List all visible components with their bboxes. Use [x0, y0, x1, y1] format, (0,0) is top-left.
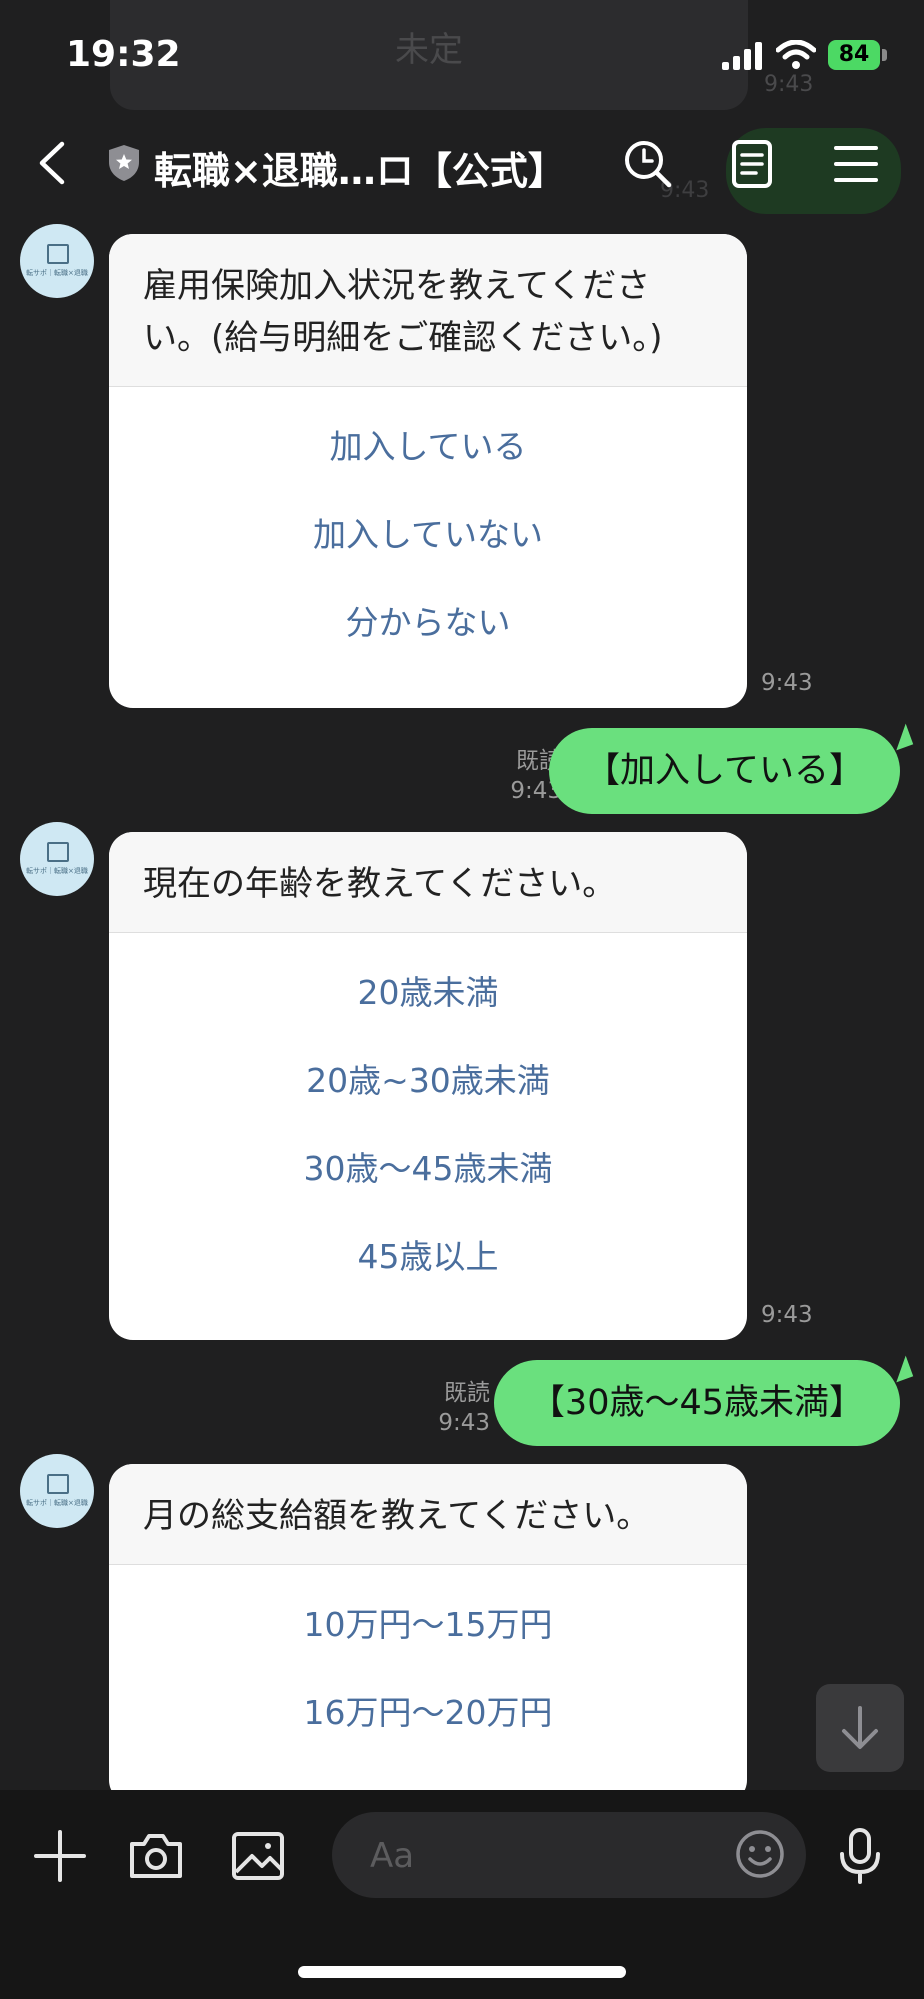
option-button[interactable]: 10万円〜15万円: [109, 1581, 747, 1669]
microphone-icon[interactable]: [830, 1826, 890, 1886]
back-icon[interactable]: [34, 140, 74, 186]
home-indicator: [298, 1966, 626, 1978]
message-time: 9:43: [761, 1302, 813, 1328]
question-card-age: 現在の年齢を教えてください。 20歳未満 20歳~30歳未満 30歳〜45歳未満…: [109, 832, 747, 1340]
scroll-to-bottom-button[interactable]: [816, 1684, 904, 1772]
message-input-placeholder: Aa: [370, 1836, 415, 1876]
bot-avatar[interactable]: 転サポ｜転職×退職: [20, 224, 94, 298]
option-button[interactable]: 分からない: [109, 579, 747, 667]
read-status: 既読 9:43: [438, 1380, 490, 1436]
plus-icon[interactable]: [30, 1826, 90, 1886]
image-icon[interactable]: [228, 1826, 288, 1886]
question-text: 現在の年齢を教えてください。: [109, 832, 747, 933]
camera-icon[interactable]: [126, 1826, 186, 1886]
bot-avatar[interactable]: 転サポ｜転職×退職: [20, 1454, 94, 1528]
previous-message-text: 未定: [395, 30, 463, 70]
option-button[interactable]: 加入している: [109, 403, 747, 491]
menu-icon[interactable]: [830, 138, 882, 190]
question-text: 雇用保険加入状況を教えてください。(給与明細をご確認ください。): [109, 234, 747, 387]
option-button[interactable]: 16万円〜20万円: [109, 1669, 747, 1757]
user-reply-bubble: 【加入している】: [549, 728, 900, 814]
option-button[interactable]: 30歳〜45歳未満: [109, 1125, 747, 1213]
signal-icon: [722, 42, 762, 70]
previous-message-time: 9:43: [764, 72, 814, 97]
bot-avatar[interactable]: 転サポ｜転職×退職: [20, 822, 94, 896]
option-button[interactable]: 45歳以上: [109, 1213, 747, 1301]
question-text: 月の総支給額を教えてください。: [109, 1464, 747, 1565]
verified-shield-icon: [109, 145, 139, 181]
emoji-icon[interactable]: [734, 1828, 786, 1880]
battery-level: 84: [828, 40, 880, 70]
option-button[interactable]: 加入していない: [109, 491, 747, 579]
option-button[interactable]: 20歳~30歳未満: [109, 1037, 747, 1125]
user-reply-bubble: 【30歳〜45歳未満】: [493, 1360, 900, 1446]
question-card-salary: 月の総支給額を教えてください。 10万円〜15万円 16万円〜20万円: [109, 1464, 747, 1804]
option-button[interactable]: 20歳未満: [109, 949, 747, 1037]
question-card-insurance: 雇用保険加入状況を教えてください。(給与明細をご確認ください。) 加入している …: [109, 234, 747, 708]
search-icon[interactable]: [622, 138, 674, 190]
status-time: 19:32: [66, 34, 181, 75]
message-time: 9:43: [761, 670, 813, 696]
notes-icon[interactable]: [726, 138, 778, 190]
wifi-icon: [776, 40, 816, 69]
arrow-down-icon: [842, 1706, 878, 1749]
chat-title[interactable]: 転職×退職…ロ【公式】: [154, 140, 566, 195]
battery-cap: [882, 49, 887, 61]
avatar-caption: 転サポ｜転職×退職: [26, 269, 88, 277]
